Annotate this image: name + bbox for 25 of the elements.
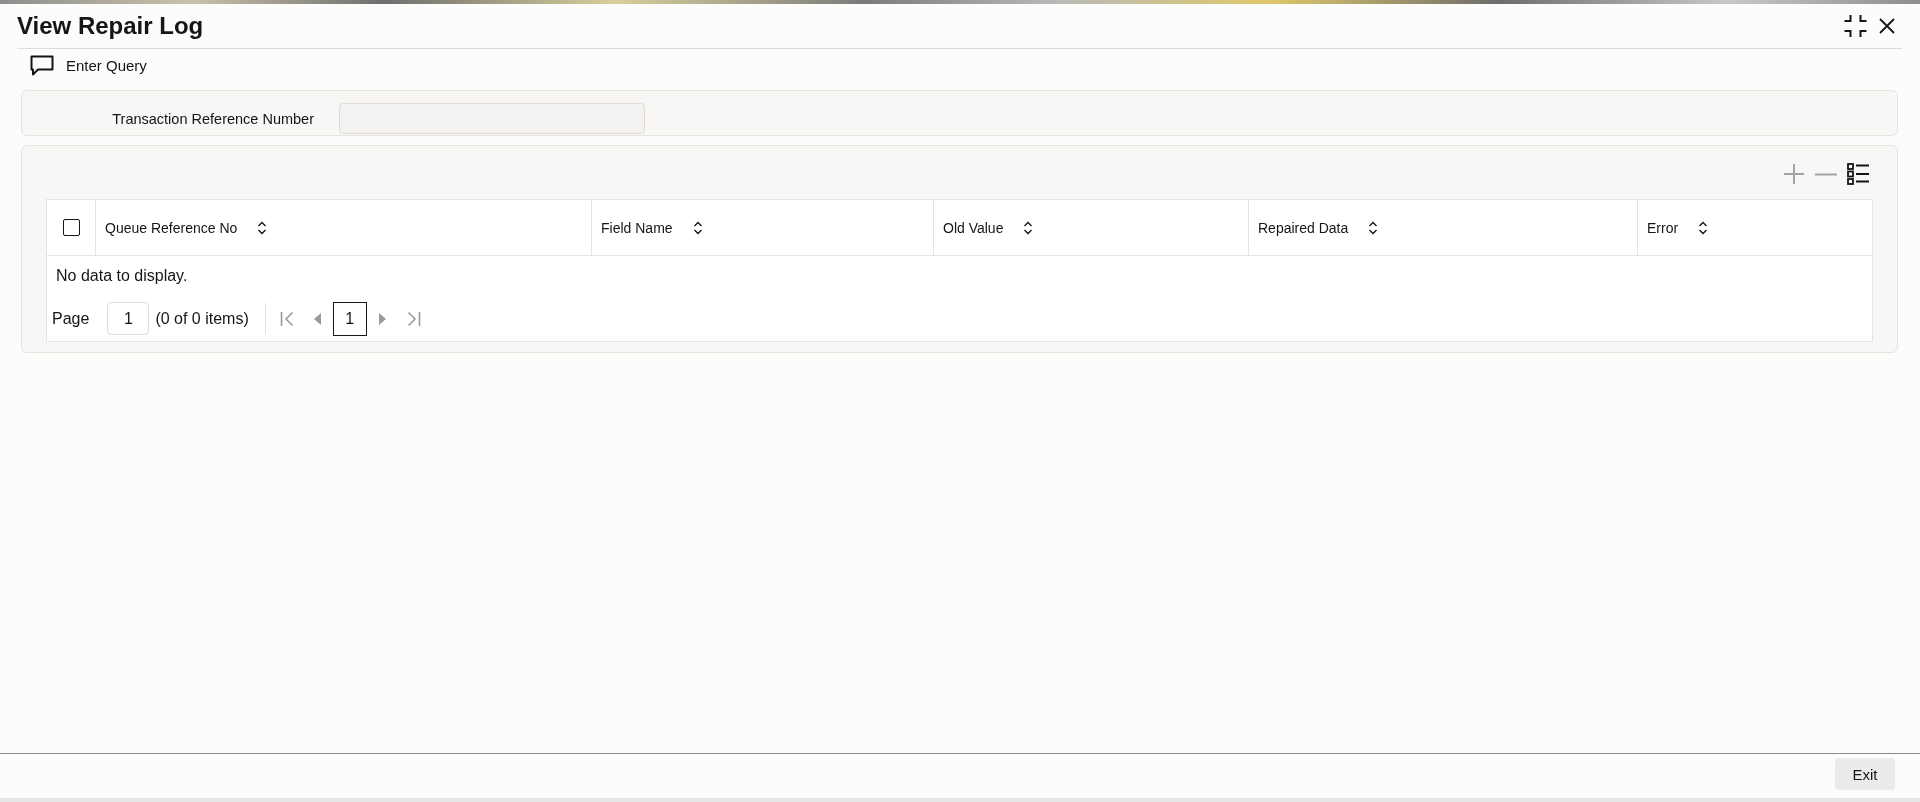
column-header[interactable]: Field Name xyxy=(591,200,933,255)
transaction-reference-field[interactable] xyxy=(339,103,645,134)
sort-icon[interactable] xyxy=(257,220,268,235)
window-title: View Repair Log xyxy=(17,12,204,40)
column-header[interactable]: Old Value xyxy=(933,200,1248,255)
select-all-checkbox[interactable] xyxy=(62,219,80,236)
sort-icon[interactable] xyxy=(1023,220,1034,235)
page-button[interactable]: 1 xyxy=(332,301,367,336)
sort-icon[interactable] xyxy=(692,220,703,235)
sort-icon[interactable] xyxy=(1698,220,1709,235)
column-header[interactable]: Repaired Data xyxy=(1248,200,1637,255)
empty-message: No data to display. xyxy=(56,267,188,285)
column-header[interactable]: Queue Reference No xyxy=(95,200,591,255)
collapse-icon[interactable] xyxy=(1843,14,1868,38)
page-label: Page xyxy=(52,309,90,328)
page-number-field[interactable]: 1 xyxy=(107,302,150,335)
enter-query-button[interactable]: Enter Query xyxy=(30,55,147,76)
exit-button[interactable]: Exit xyxy=(1835,758,1895,790)
field-label: Transaction Reference Number xyxy=(111,110,314,127)
items-count: (0 of 0 items) xyxy=(155,309,249,328)
sort-icon[interactable] xyxy=(1368,220,1379,235)
column-header[interactable]: Error xyxy=(1637,200,1872,255)
close-icon[interactable] xyxy=(1879,18,1895,34)
speech-bubble-icon xyxy=(30,55,54,76)
list-icon[interactable] xyxy=(1847,163,1869,185)
